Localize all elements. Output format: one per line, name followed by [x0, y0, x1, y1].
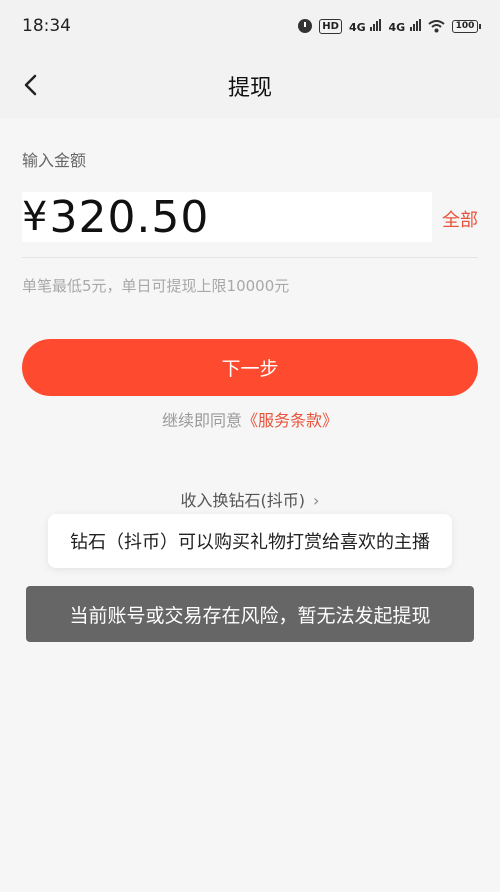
chevron-right-icon: ›	[313, 491, 320, 510]
signal-2: 4G	[388, 18, 421, 34]
agreement-prefix: 继续即同意	[161, 411, 242, 430]
next-step-button[interactable]: 下一步	[22, 339, 478, 396]
network-type-label: 4G	[388, 20, 406, 34]
nav-bar: 提现	[0, 52, 500, 118]
amount-value: 320.50	[49, 191, 210, 243]
hd-badge: HD	[319, 18, 342, 34]
withdraw-all-button[interactable]: 全部	[442, 206, 478, 232]
tip-bubble: 钻石（抖币）可以购买礼物打赏给喜欢的主播	[48, 514, 452, 568]
alarm-icon	[298, 19, 313, 33]
amount-input[interactable]: ¥ 320.50	[22, 191, 432, 243]
divider	[22, 257, 478, 258]
agreement-line: 继续即同意《服务条款》	[0, 407, 500, 431]
page-title: 提现	[227, 76, 272, 101]
exchange-diamonds-link[interactable]: 收入换钻石(抖币) ›	[0, 487, 500, 511]
amount-label: 输入金额	[22, 151, 87, 170]
wifi-icon	[428, 19, 445, 32]
limit-hint: 单笔最低5元，单日可提现上限10000元	[22, 277, 290, 295]
terms-link[interactable]: 《服务条款》	[242, 411, 338, 430]
currency-symbol: ¥	[22, 194, 48, 240]
status-icons: HD 4G 4G 100	[298, 18, 481, 34]
signal-1: 4G	[348, 18, 382, 34]
exchange-label: 收入换钻石(抖币)	[180, 491, 306, 510]
signal-bars-icon	[410, 18, 421, 31]
battery-icon: 100	[452, 19, 481, 33]
network-type-label: 4G	[348, 20, 366, 34]
risk-toast: 当前账号或交易存在风险，暂无法发起提现	[26, 586, 474, 642]
status-bar: 18:34 HD 4G 4G 100	[0, 0, 500, 52]
status-time: 18:34	[22, 16, 71, 36]
signal-bars-icon	[370, 18, 382, 31]
